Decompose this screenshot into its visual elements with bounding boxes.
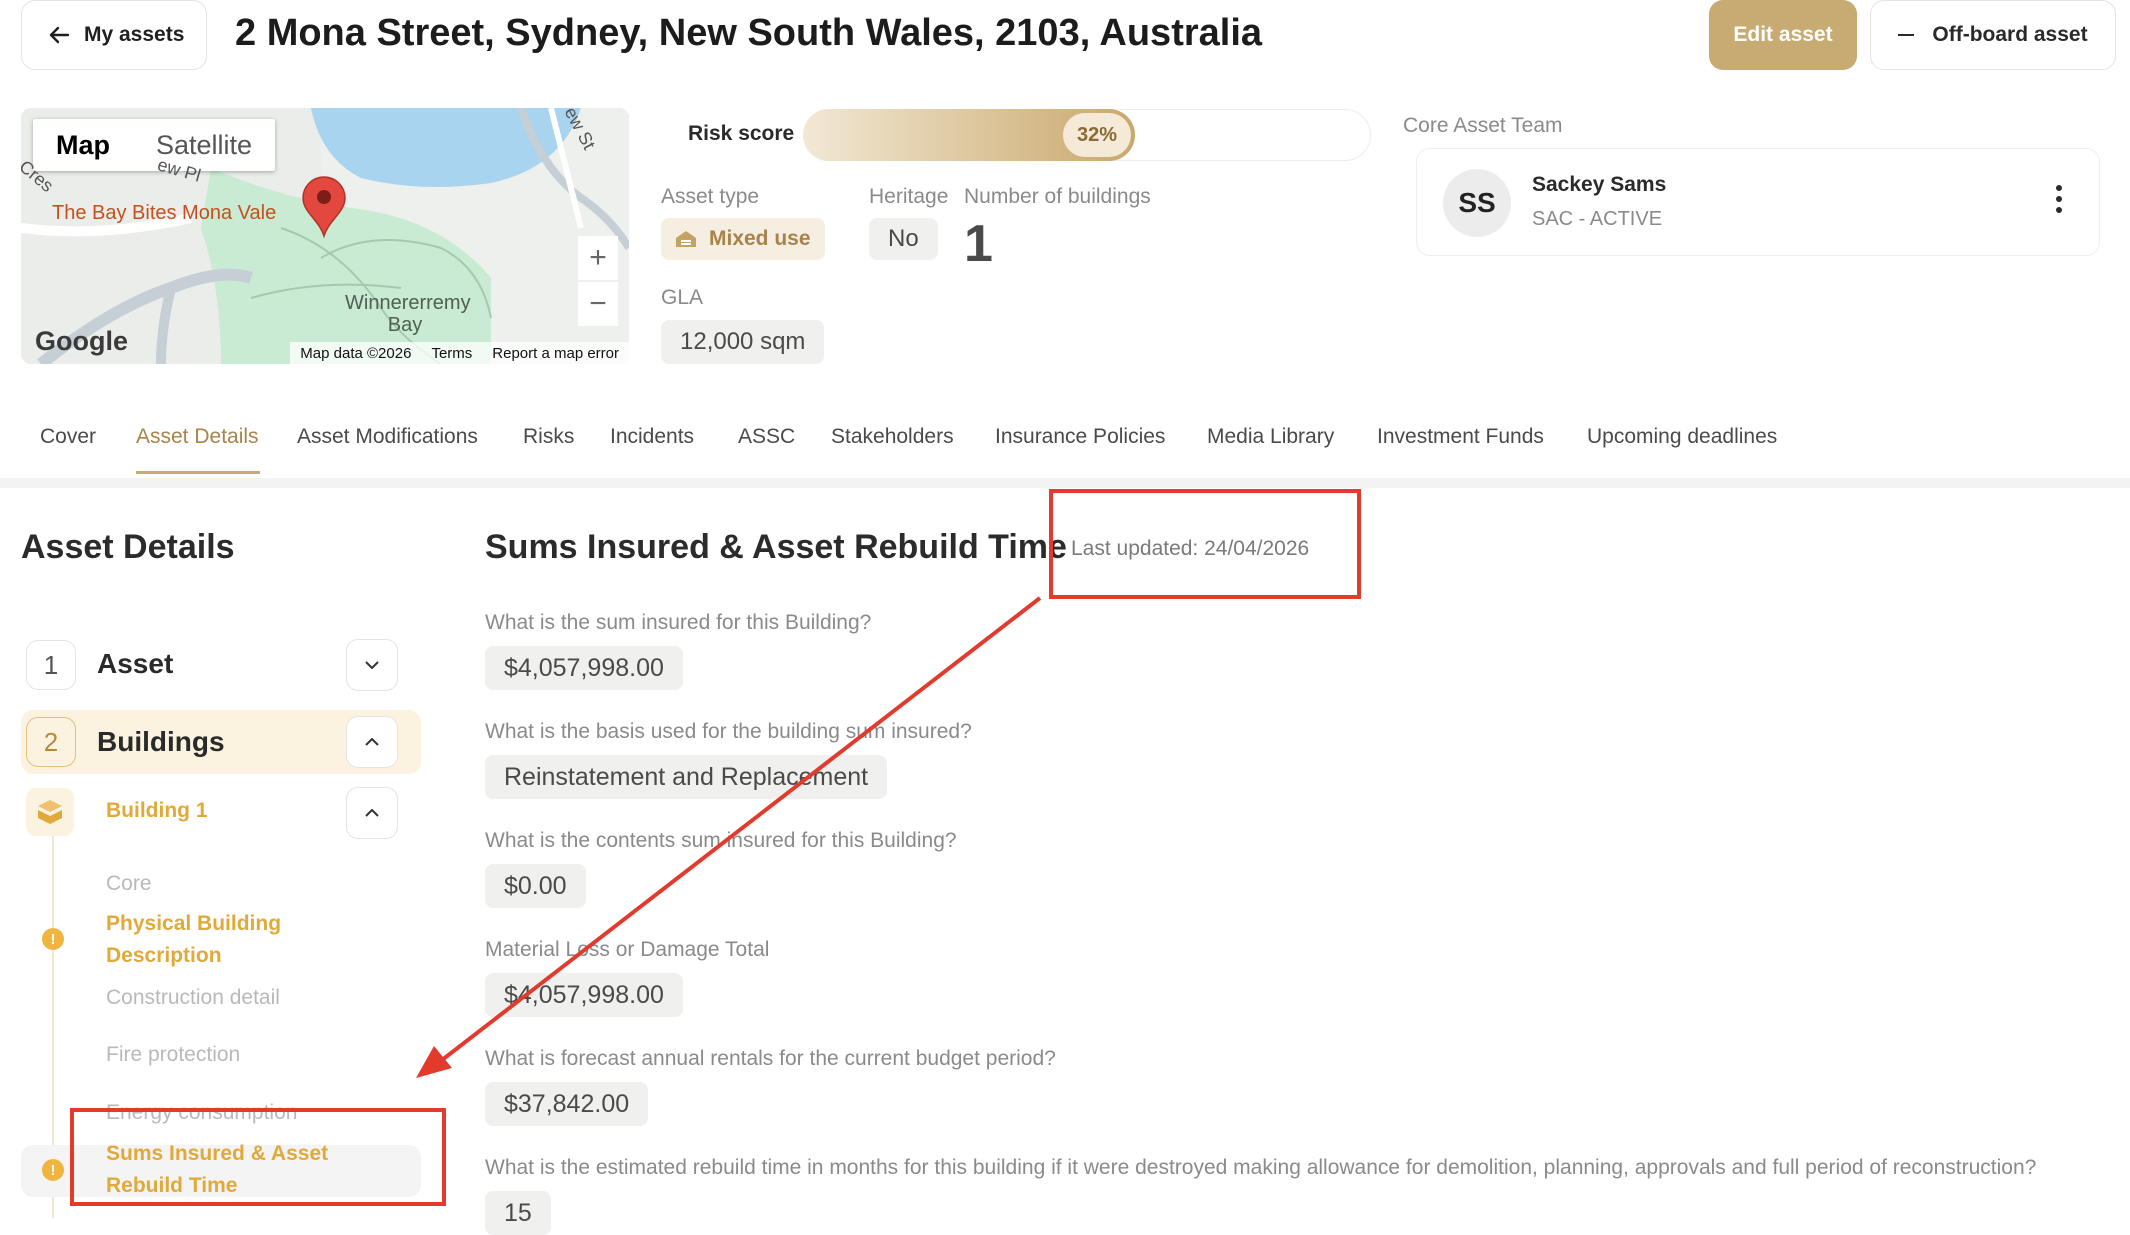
asset-type-label: Asset type — [661, 185, 760, 208]
map-data-text: Map data ©2026 — [300, 344, 412, 362]
zoom-out-button[interactable]: − — [578, 282, 618, 326]
answer-value: Reinstatement and Replacement — [485, 755, 888, 799]
map-terms-link[interactable]: Terms — [431, 345, 472, 362]
tab-asset-details[interactable]: Asset Details — [136, 425, 259, 449]
answer-value: $4,057,998.00 — [485, 646, 683, 690]
core-team-heading: Core Asset Team — [1403, 114, 1563, 137]
answer-value: $0.00 — [485, 864, 586, 908]
heritage-value: No — [869, 218, 938, 260]
tab-insurance-policies[interactable]: Insurance Policies — [995, 425, 1165, 449]
more-options-icon[interactable] — [2054, 184, 2064, 214]
location-pin-icon[interactable] — [301, 176, 347, 238]
sub-nav-fire-protection[interactable]: Fire protection — [106, 1039, 240, 1071]
collapse-button[interactable] — [346, 716, 398, 768]
question-label: What is the sum insured for this Buildin… — [485, 611, 872, 634]
gla-label: GLA — [661, 286, 704, 309]
sub-nav-physical-building-description[interactable]: Physical Building Description — [106, 908, 306, 972]
buildings-count-value: 1 — [964, 215, 993, 273]
answer-value: 15 — [485, 1191, 551, 1235]
annotation-box-last-updated — [1049, 489, 1361, 599]
tab-asset-modifications[interactable]: Asset Modifications — [297, 425, 478, 449]
step-number: 1 — [26, 640, 76, 690]
sub-nav-construction-detail[interactable]: Construction detail — [106, 982, 280, 1014]
zoom-in-button[interactable]: + — [578, 236, 618, 280]
risk-score-label: Risk score — [688, 122, 795, 145]
step-number: 2 — [26, 717, 76, 767]
page-title: 2 Mona Street, Sydney, New South Wales, … — [235, 12, 1263, 54]
minus-icon — [1898, 34, 1915, 36]
buildings-count-label: Number of buildings — [964, 185, 1151, 208]
building-icon-box — [26, 788, 74, 836]
arrow-left-icon — [49, 26, 70, 44]
avatar: SS — [1443, 169, 1511, 237]
nav-item-label: Asset — [97, 648, 174, 679]
poi-label[interactable]: The Bay Bites Mona Vale — [52, 202, 276, 225]
team-member-role: SAC - ACTIVE — [1532, 208, 1663, 230]
chevron-down-icon — [365, 661, 379, 669]
satellite-tab[interactable]: Satellite — [133, 119, 275, 171]
form-title: Sums Insured & Asset Rebuild Time — [485, 528, 1067, 566]
chevron-up-icon — [365, 738, 379, 746]
tab-risks[interactable]: Risks — [523, 425, 574, 449]
map-report-link[interactable]: Report a map error — [492, 345, 619, 362]
tab-assc[interactable]: ASSC — [738, 425, 795, 449]
back-button-label: My assets — [84, 23, 185, 46]
offboard-button-label: Off-board asset — [1932, 23, 2088, 46]
asset-map[interactable]: Map Satellite ew Pl ew St Cres The Bay B… — [21, 108, 629, 364]
tab-cover[interactable]: Cover — [40, 425, 96, 449]
team-member-card — [1416, 148, 2100, 256]
tabs-divider — [0, 478, 2130, 488]
building-stack-icon — [38, 800, 62, 824]
edit-asset-button[interactable]: Edit asset — [1709, 0, 1857, 70]
heritage-label: Heritage — [869, 185, 949, 208]
active-tab-indicator — [136, 471, 260, 474]
tab-incidents[interactable]: Incidents — [610, 425, 694, 449]
nav-item-buildings[interactable]: 2 Buildings — [21, 710, 421, 774]
expand-button[interactable] — [346, 639, 398, 691]
map-attribution: Map data ©2026 Terms Report a map error — [290, 342, 629, 364]
tab-upcoming-deadlines[interactable]: Upcoming deadlines — [1587, 425, 1777, 449]
sub-nav-core[interactable]: Core — [106, 868, 152, 900]
asset-type-badge: Mixed use — [661, 218, 825, 260]
question-label: Material Loss or Damage Total — [485, 938, 770, 961]
collapse-button[interactable] — [346, 787, 398, 839]
back-to-assets-button[interactable]: My assets — [21, 0, 207, 70]
map-tab[interactable]: Map — [33, 119, 133, 171]
warning-icon: ! — [42, 928, 64, 950]
building-1-label: Building 1 — [106, 799, 208, 822]
team-member-name: Sackey Sams — [1532, 173, 1667, 196]
question-label: What is forecast annual rentals for the … — [485, 1047, 1056, 1070]
question-label: What is the contents sum insured for thi… — [485, 829, 957, 852]
nav-section-title: Asset Details — [21, 528, 235, 566]
asset-type-value: Mixed use — [709, 227, 811, 250]
gla-value: 12,000 sqm — [661, 320, 825, 364]
annotation-box-sums-insured — [70, 1108, 446, 1206]
offboard-asset-button[interactable]: Off-board asset — [1870, 0, 2116, 70]
tab-investment-funds[interactable]: Investment Funds — [1377, 425, 1544, 449]
tab-stakeholders[interactable]: Stakeholders — [831, 425, 954, 449]
tab-media-library[interactable]: Media Library — [1207, 425, 1334, 449]
google-logo: Google — [35, 326, 128, 356]
warning-icon: ! — [42, 1159, 64, 1181]
answer-value: $37,842.00 — [485, 1082, 649, 1126]
answer-value: $4,057,998.00 — [485, 973, 683, 1017]
nav-item-label: Buildings — [97, 726, 225, 757]
bay-label: Winnererremy Bay — [345, 292, 471, 336]
nav-item-asset[interactable]: 1 Asset — [21, 638, 421, 692]
map-type-toggle: Map Satellite — [33, 119, 276, 171]
chevron-up-icon — [365, 809, 379, 817]
question-label: What is the basis used for the building … — [485, 720, 972, 743]
question-label: What is the estimated rebuild time in mo… — [485, 1156, 2037, 1179]
risk-score-value: 32% — [1063, 113, 1132, 157]
building-icon — [676, 231, 696, 247]
nav-item-building-1[interactable]: Building 1 — [21, 785, 421, 841]
